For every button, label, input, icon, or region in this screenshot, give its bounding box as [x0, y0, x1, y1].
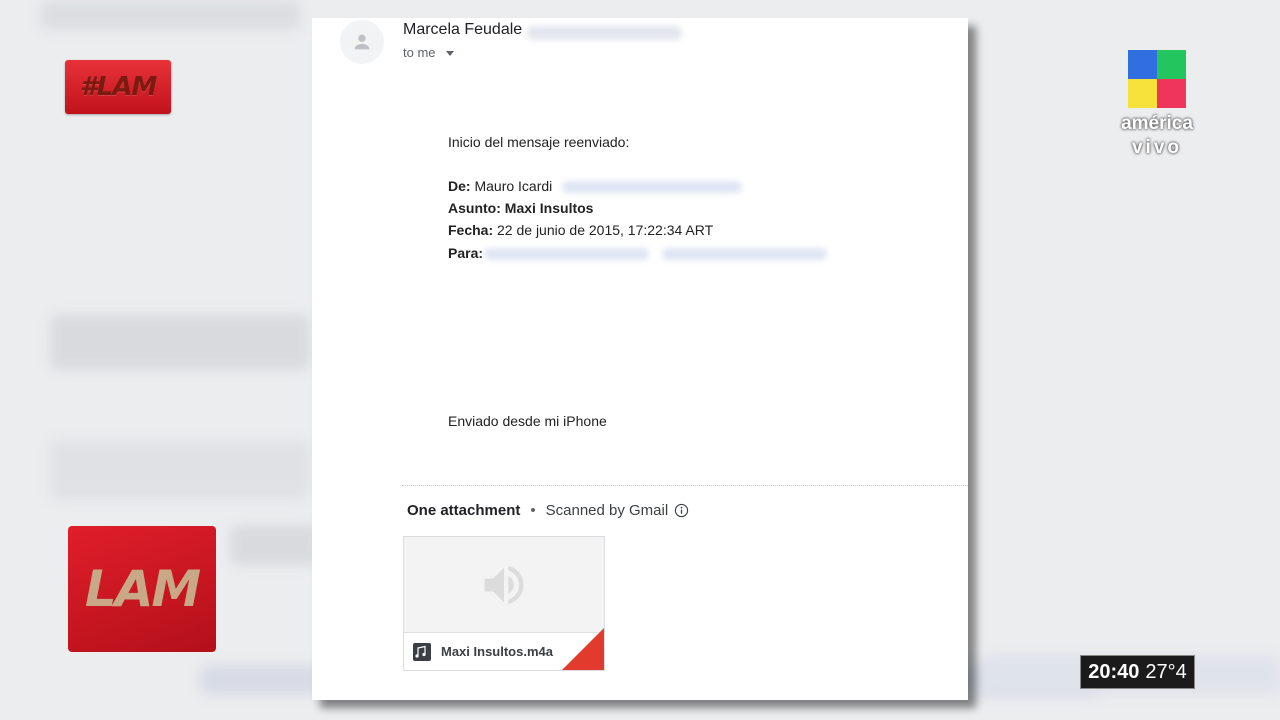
recipient-toggle[interactable]: to me	[403, 45, 454, 60]
network-name-line1: américa	[1121, 113, 1193, 134]
forward-intro: Inicio del mensaje reenviado:	[448, 134, 630, 150]
speaker-icon	[484, 565, 524, 605]
network-name-line2: vivo	[1131, 137, 1183, 158]
info-icon[interactable]	[674, 503, 689, 518]
subject-value: Maxi Insultos	[504, 200, 594, 216]
background-blur	[50, 440, 310, 500]
background-blur	[230, 525, 320, 565]
background-blur	[40, 0, 300, 30]
hashtag-text: #LAM	[79, 72, 158, 102]
date-value: 22 de junio de 2015, 17:22:34 ART	[497, 222, 714, 238]
chevron-down-icon[interactable]	[445, 50, 454, 56]
from-label: De:	[448, 178, 471, 194]
to-email-redacted	[484, 248, 649, 260]
sender-email-redacted	[527, 26, 682, 40]
clock-time: 20:40	[1088, 660, 1140, 683]
subject-line: Asunto: Maxi Insultos	[448, 200, 593, 216]
clock-display: 20:40 27°4	[1080, 655, 1195, 689]
to-email-redacted	[662, 248, 827, 260]
attachment-card[interactable]: Maxi Insultos.m4a	[403, 536, 605, 671]
separator: •	[530, 502, 536, 519]
scanned-label: Scanned by Gmail	[545, 502, 669, 519]
to-line-field: Para:	[448, 245, 483, 261]
show-logo: LAM	[68, 526, 216, 652]
date-line: Fecha: 22 de junio de 2015, 17:22:34 ART	[448, 222, 713, 238]
signature: Enviado desde mi iPhone	[448, 413, 607, 429]
email-panel: Marcela Feudale to me Inicio del mensaje…	[312, 18, 968, 700]
network-logo: américa vivo	[1112, 50, 1202, 160]
from-line: De: Mauro Icardi	[448, 178, 552, 194]
hashtag-badge: #LAM	[65, 60, 171, 114]
network-logo-icon	[1128, 50, 1186, 108]
attachment-name[interactable]: Maxi Insultos.m4a	[441, 644, 553, 659]
avatar[interactable]	[340, 20, 384, 64]
background-blur	[50, 315, 310, 370]
attachment-preview[interactable]	[404, 537, 604, 633]
attachment-count: One attachment	[407, 502, 521, 519]
divider	[402, 485, 968, 486]
subject-label: Asunto:	[448, 200, 501, 216]
show-logo-text: LAM	[84, 560, 201, 618]
to-field-label: Para:	[448, 245, 484, 261]
attachment-header: One attachment • Scanned by Gmail	[407, 502, 689, 519]
date-label: Fecha:	[448, 222, 494, 238]
audio-file-icon	[413, 642, 431, 661]
from-email-redacted	[562, 181, 742, 193]
temperature: 27°4	[1145, 660, 1187, 683]
person-icon	[354, 34, 370, 50]
page-fold-icon	[562, 628, 604, 670]
to-label: to me	[403, 45, 436, 60]
from-value: Mauro Icardi	[474, 178, 553, 194]
sender-name: Marcela Feudale	[403, 21, 523, 38]
